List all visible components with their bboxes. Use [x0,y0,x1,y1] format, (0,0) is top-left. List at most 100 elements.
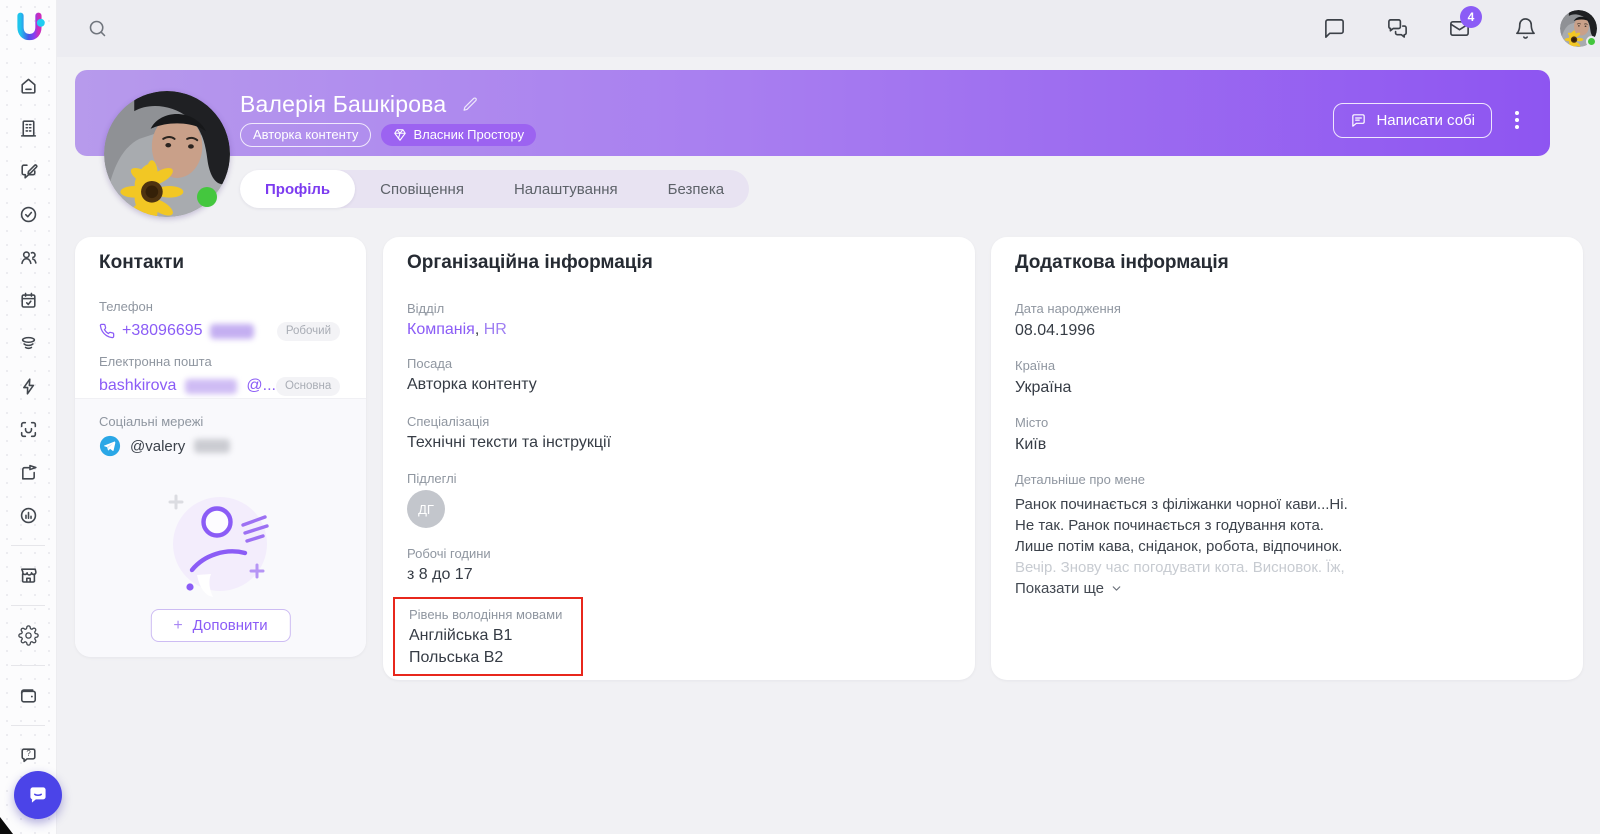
sidebar-item-automation[interactable] [0,365,56,408]
post-pen-icon [20,164,38,179]
sidebar-item-posts[interactable] [0,150,56,193]
languages-label: Рівень володіння мовами [409,607,563,622]
country-value: Україна [1015,379,1072,396]
add-contact-label: Доповнити [192,617,268,634]
department-separator: , [474,321,484,338]
sidebar-item-tasks[interactable] [0,193,56,236]
telegram-link[interactable]: @valery [99,435,231,457]
write-to-self-label: Написати собі [1376,112,1475,129]
email-row: bashkirova @... Основна [99,373,341,399]
face-scan-icon [20,421,36,438]
languages-annotation-box: Рівень володіння мовами Англійська B1 По… [393,597,583,676]
chart-circle-icon [20,507,36,524]
phone-value: +38096695 [122,322,203,339]
position-label: Посада [407,356,453,371]
app-window: ? 4 Валерія Башкірова Авторка контенту В… [0,0,1600,834]
department-link-hr[interactable]: HR [484,321,507,338]
gem-icon [394,128,407,141]
birth-label: Дата народження [1015,301,1121,316]
sidebar: ? [0,0,57,834]
sidebar-item-share[interactable] [0,451,56,494]
edit-name-icon[interactable] [462,92,479,111]
about-line: Не так. Ранок починається з годування ко… [1015,517,1324,534]
telegram-icon [99,435,121,457]
building-icon [20,120,36,137]
mail-icon[interactable]: 4 [1448,6,1482,40]
telegram-redacted [194,439,231,453]
profile-name: Валерія Башкірова [240,91,479,118]
sidebar-divider [11,545,45,546]
topbar: 4 [57,0,1600,57]
position-value: Авторка контенту [407,376,537,393]
department-link-company[interactable]: Компанія [407,321,475,338]
online-status-dot [1586,36,1597,47]
kebab-menu-icon[interactable] [1510,106,1524,134]
chevron-down-icon [1112,586,1121,591]
messenger-widget-button[interactable] [14,771,62,819]
tab-profile[interactable]: Профіль [240,170,356,208]
tab-security[interactable]: Безпека [643,170,749,208]
city-label: Місто [1015,415,1049,430]
sidebar-item-wallet[interactable] [0,674,56,717]
about-label: Детальніше про мене [1015,472,1146,487]
tab-notifications[interactable]: Сповіщення [355,170,489,208]
profile-tabs: Профіль Сповіщення Налаштування Безпека [240,170,750,208]
about-line-faded: Вечір. Знову час погодувати кота. Виснов… [1015,559,1345,576]
sidebar-divider [11,605,45,606]
sidebar-item-help[interactable]: ? [0,734,56,777]
chat-icon[interactable] [1323,17,1346,40]
write-to-self-button[interactable]: Написати собі [1333,103,1492,138]
wallet-icon [20,689,36,703]
chat-lines-icon [1352,114,1366,127]
add-contact-button[interactable]: + Доповнити [150,609,291,642]
group-chat-icon[interactable] [1386,17,1409,40]
department-label: Відділ [407,301,445,316]
messenger-chat-icon [30,787,46,803]
phone-link[interactable]: +38096695 [99,322,254,340]
email-type-badge: Основна [275,376,341,396]
people-icon [20,251,37,265]
owner-badge-label: Власник Простору [413,127,525,142]
subordinate-avatar[interactable]: ДГ [407,490,445,528]
telegram-handle: @valery [130,437,186,455]
sidebar-item-analytics[interactable] [0,494,56,537]
flag-share-icon [21,464,37,480]
profile-banner: Валерія Башкірова Авторка контенту Власн… [75,70,1550,156]
stack-icon [21,336,35,350]
birth-value: 08.04.1996 [1015,322,1096,339]
storefront-icon [20,568,37,583]
phone-label: Телефон [99,299,153,314]
svg-text:?: ? [26,749,31,758]
app-logo-icon[interactable] [12,11,46,45]
sidebar-item-calendar[interactable] [0,279,56,322]
sidebar-item-layers[interactable] [0,322,56,365]
contacts-card: Контакти Телефон +38096695 Робочий Елект… [75,237,366,657]
online-status-dot [197,187,217,207]
plus-icon: + [173,616,183,634]
hours-value: з 8 до 17 [407,566,473,583]
sidebar-item-home[interactable] [0,64,56,107]
email-link[interactable]: bashkirova @... [99,377,276,395]
sidebar-item-people[interactable] [0,236,56,279]
sidebar-item-settings[interactable] [0,614,56,657]
sidebar-item-company[interactable] [0,107,56,150]
org-title: Організаційна інформація [407,252,653,273]
social-label: Соціальні мережі [99,414,204,429]
gear-icon [17,625,39,646]
phone-redacted [209,323,254,339]
sidebar-divider [11,665,45,666]
profile-badges: Авторка контенту Власник Простору [240,123,537,147]
email-label: Електронна пошта [99,354,212,369]
owner-badge: Власник Простору [381,124,537,146]
tab-settings[interactable]: Налаштування [489,170,643,208]
extra-info-card: Додаткова інформація Дата народження 08.… [991,237,1583,680]
email-suffix: @... [246,377,276,394]
phone-icon [99,323,115,339]
sidebar-divider [11,725,45,726]
show-more-label: Показати ще [1015,580,1105,597]
show-more-toggle[interactable]: Показати ще [1015,580,1123,597]
search-icon[interactable] [87,18,108,39]
sidebar-item-marketplace[interactable] [0,554,56,597]
notifications-bell-icon[interactable] [1514,17,1537,40]
sidebar-item-face-id[interactable] [0,408,56,451]
